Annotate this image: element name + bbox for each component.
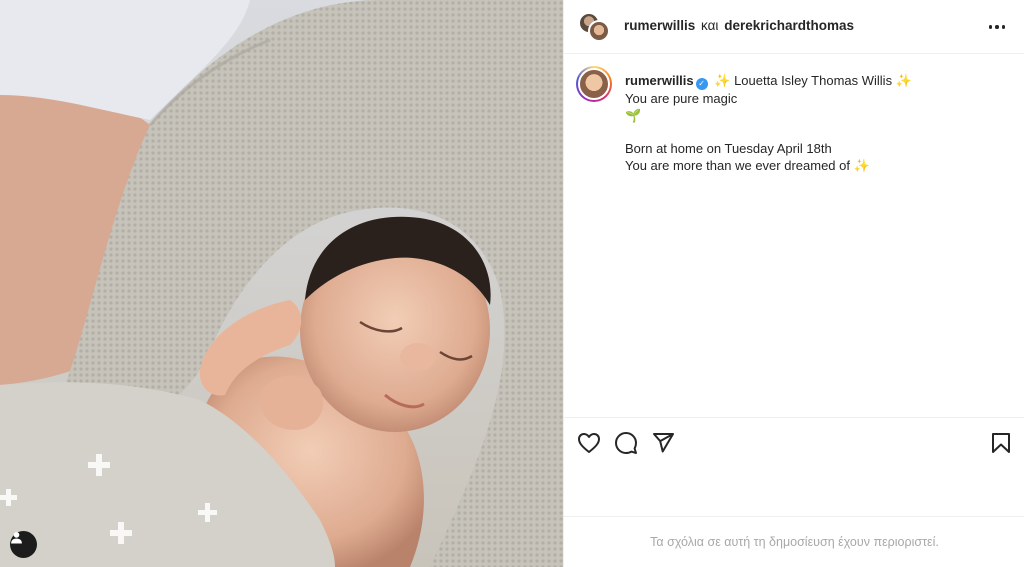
comments-restricted-notice: Τα σχόλια σε αυτή τη δημοσίευση έχουν πε… (564, 516, 1024, 567)
caption-line-born: Born at home on Tuesday April 18th (625, 141, 832, 156)
newborn-photo-illustration (0, 0, 563, 567)
send-icon (653, 433, 674, 453)
sparkle-emoji: ✨ (853, 158, 870, 173)
caption-username[interactable]: rumerwillis (625, 73, 694, 88)
collab-names: rumerwillis και derekrichardthomas (624, 18, 854, 33)
caption-text: rumerwillis ✓ ✨ Louetta Isley Thomas Will… (625, 72, 1010, 174)
sparkle-emoji: ✨ (895, 73, 912, 88)
comment-button[interactable] (613, 430, 639, 456)
caption-avatar[interactable] (576, 66, 612, 102)
caption-line-dream: You are more than we ever dreamed of (625, 158, 850, 173)
post-photo[interactable] (0, 0, 563, 567)
user-icon (11, 532, 22, 544)
header-conjunction: και (701, 18, 719, 33)
post-actions (564, 417, 1024, 467)
avatar[interactable] (588, 20, 610, 42)
more-icon (988, 25, 993, 29)
post-header: rumerwillis και derekrichardthomas (564, 0, 1024, 54)
sprout-emoji: 🌱 (625, 108, 642, 123)
post-side-panel: rumerwillis και derekrichardthomas rumer… (563, 0, 1024, 567)
tagged-users-button[interactable] (10, 531, 37, 558)
verified-badge-icon: ✓ (695, 78, 708, 90)
caption-line-magic: You are pure magic (625, 91, 738, 106)
sparkle-emoji: ✨ (714, 73, 731, 88)
save-button[interactable] (988, 430, 1014, 456)
avatar (578, 68, 610, 100)
bookmark-icon (992, 433, 1010, 453)
collab-avatars[interactable] (578, 12, 612, 44)
more-options-button[interactable] (985, 18, 1009, 36)
header-username-secondary[interactable]: derekrichardthomas (724, 18, 854, 33)
share-button[interactable] (650, 430, 676, 456)
like-button[interactable] (576, 430, 602, 456)
caption-title: Louetta Isley Thomas Willis (734, 73, 893, 88)
header-username-primary[interactable]: rumerwillis (624, 18, 695, 33)
comment-icon (615, 432, 637, 454)
heart-icon (578, 433, 600, 453)
